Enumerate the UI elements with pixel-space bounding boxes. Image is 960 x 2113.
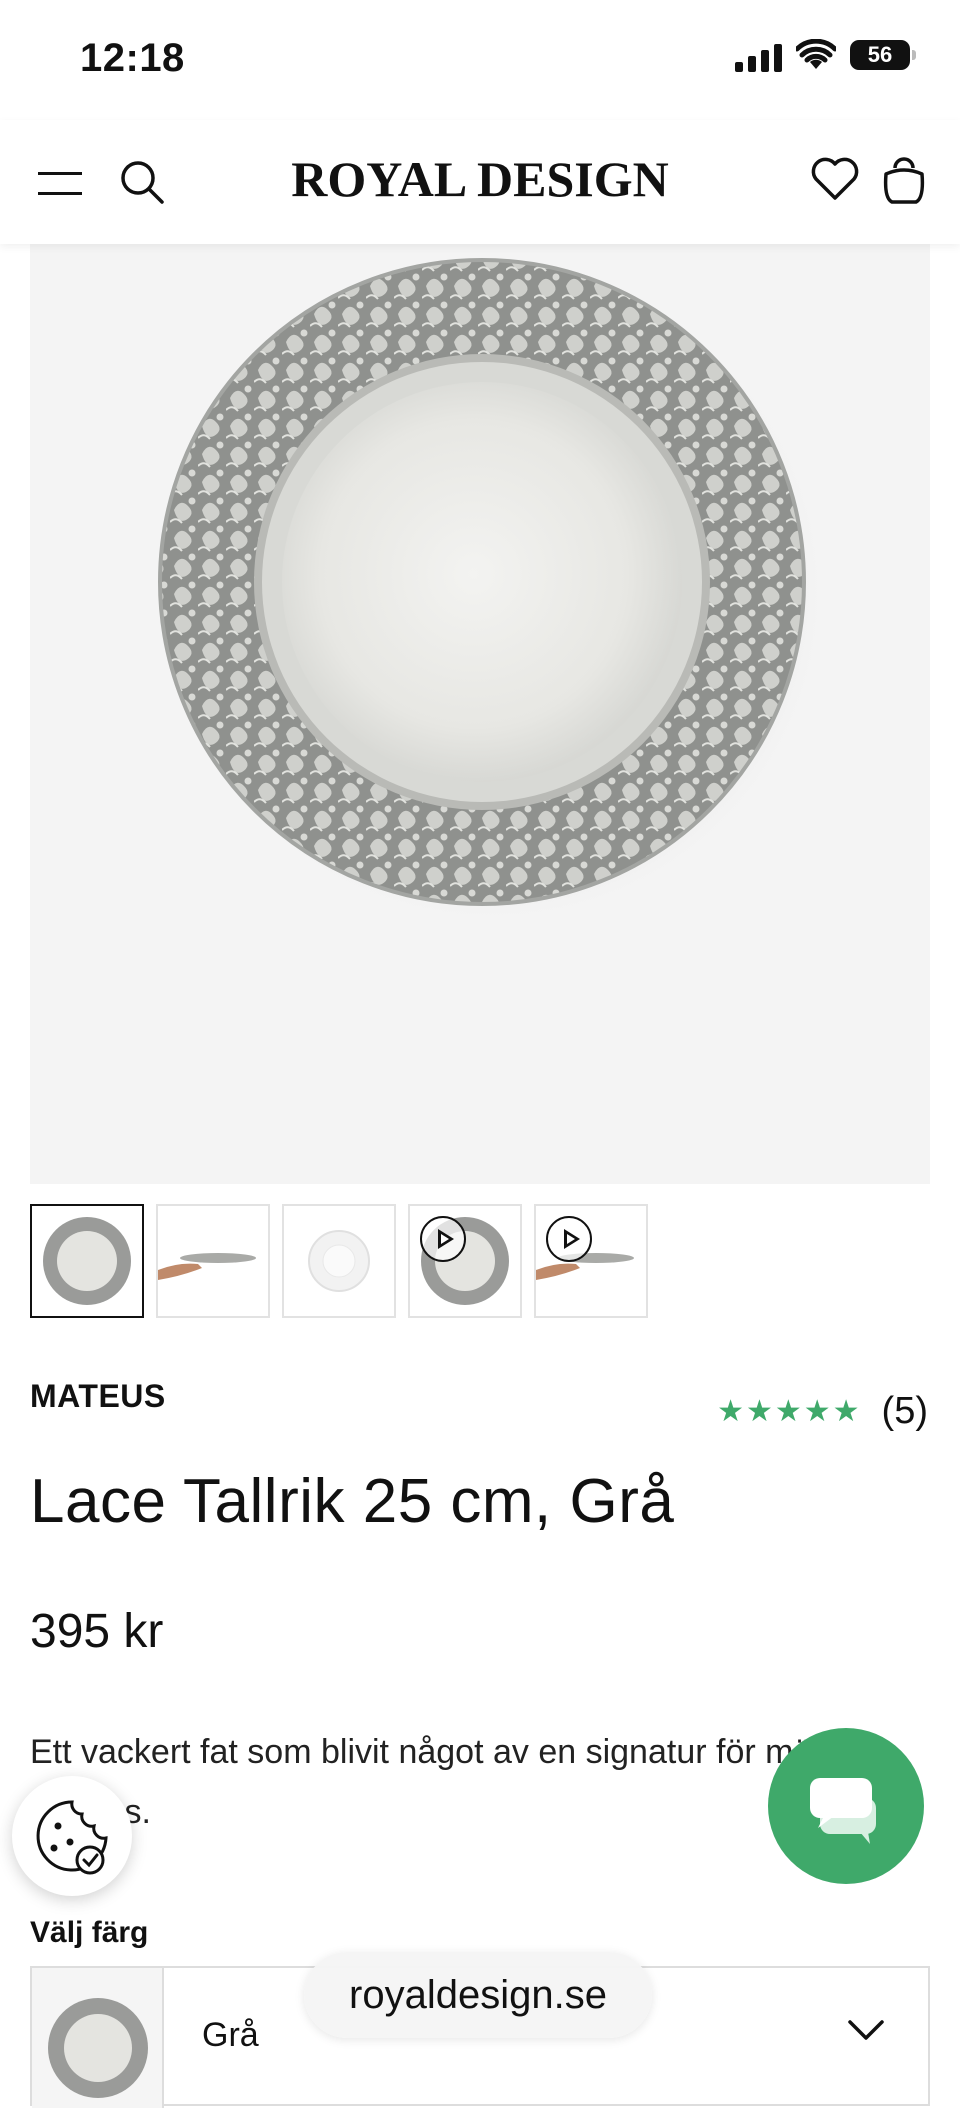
rating-count: (5) — [881, 1390, 928, 1432]
plate-illustration — [152, 254, 832, 930]
menu-icon[interactable] — [38, 170, 86, 198]
product-rating[interactable]: ★★★★★ (5) — [717, 1390, 928, 1433]
product-title: Lace Tallrik 25 cm, Grå — [30, 1467, 675, 1536]
battery-level: 56 — [867, 42, 893, 67]
signal-icon — [735, 38, 782, 72]
site-header: ROYAL DESIGN — [0, 120, 960, 244]
thumbnail-2[interactable] — [156, 1204, 270, 1318]
thumbnail-3[interactable] — [282, 1204, 396, 1318]
thumbnail-4-video[interactable] — [408, 1204, 522, 1318]
status-time: 12:18 — [80, 36, 185, 80]
play-icon[interactable] — [546, 1216, 592, 1262]
thumbnail-5-video[interactable] — [534, 1204, 648, 1318]
cookie-settings-button[interactable] — [12, 1776, 132, 1896]
thumbnail-strip — [30, 1204, 648, 1318]
product-description: Ett vackert fat som blivit något av en s… — [30, 1733, 869, 1831]
play-icon[interactable] — [420, 1216, 466, 1262]
chevron-down-icon — [848, 2020, 884, 2040]
color-swatch — [32, 1968, 164, 2108]
thumbnail-1[interactable] — [30, 1204, 144, 1318]
site-logo[interactable]: ROYAL DESIGN — [291, 151, 668, 207]
product-brand[interactable]: MATEUS — [30, 1378, 166, 1415]
color-select-value: Grå — [202, 2016, 259, 2054]
wifi-icon — [796, 39, 836, 69]
browser-url: royaldesign.se — [349, 1972, 607, 2017]
status-bar: 12:18 56 — [0, 0, 960, 120]
heart-icon[interactable] — [808, 152, 862, 206]
chat-icon — [810, 1778, 876, 1844]
product-price: 395 kr — [30, 1605, 164, 1658]
search-icon[interactable] — [116, 156, 168, 208]
battery-icon: 56 — [850, 40, 916, 70]
status-icons: 56 — [735, 38, 916, 72]
product-hero-image[interactable] — [30, 244, 930, 1184]
cookie-icon — [36, 1800, 108, 1875]
bag-icon[interactable] — [880, 150, 928, 208]
rating-stars: ★★★★★ — [717, 1395, 862, 1428]
browser-url-bar[interactable]: royaldesign.se — [304, 1952, 652, 2038]
chat-button[interactable] — [768, 1728, 924, 1884]
color-select-label: Välj färg — [30, 1916, 149, 1949]
